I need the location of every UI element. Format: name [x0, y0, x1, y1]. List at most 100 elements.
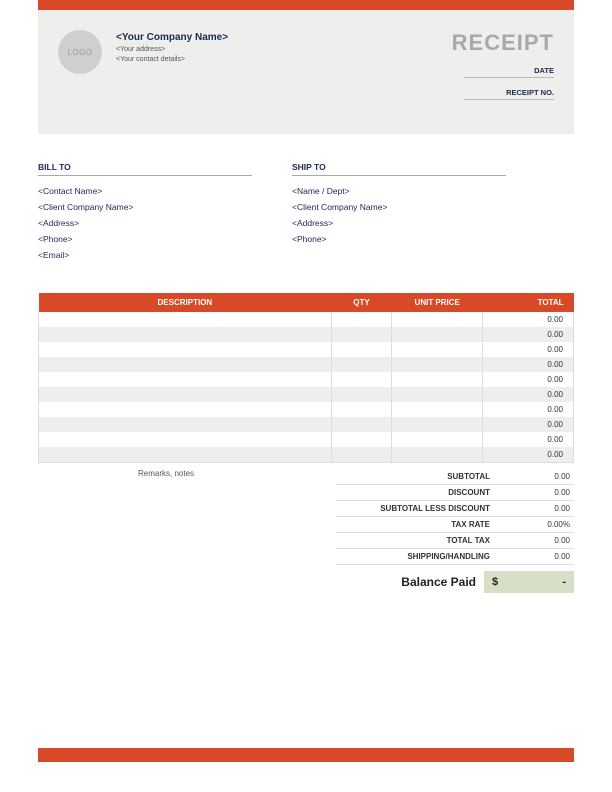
- cell-description: [39, 342, 332, 357]
- cell-description: [39, 417, 332, 432]
- bill-to-line: <Contact Name>: [38, 183, 252, 199]
- cell-unit-price: [392, 417, 483, 432]
- cell-description: [39, 447, 332, 462]
- bill-to-line: <Address>: [38, 215, 252, 231]
- company-block: <Your Company Name> <Your address> <Your…: [116, 30, 228, 100]
- bill-to-line: <Email>: [38, 247, 252, 263]
- balance-row: Balance Paid $ -: [336, 571, 574, 593]
- cell-qty: [331, 342, 392, 357]
- cell-description: [39, 387, 332, 402]
- receipt-no-label: RECEIPT NO.: [464, 88, 554, 100]
- logo-placeholder: LOGO: [58, 30, 102, 74]
- bill-to-heading: BILL TO: [38, 162, 252, 176]
- subtotal-row: SUBTOTAL 0.00: [336, 469, 574, 485]
- bill-to-line: <Client Company Name>: [38, 199, 252, 215]
- ship-to-line: <Client Company Name>: [292, 199, 506, 215]
- tax-rate-label: TAX RATE: [340, 520, 500, 529]
- ship-to-line: <Phone>: [292, 231, 506, 247]
- remarks-and-totals: Remarks, notes SUBTOTAL 0.00 DISCOUNT 0.…: [38, 469, 574, 593]
- table-row: 0.00: [39, 432, 574, 447]
- address-section: BILL TO <Contact Name> <Client Company N…: [38, 162, 574, 263]
- total-tax-label: TOTAL TAX: [340, 536, 500, 545]
- cell-total: 0.00: [483, 417, 574, 432]
- subtotal-value: 0.00: [500, 472, 570, 481]
- cell-total: 0.00: [483, 372, 574, 387]
- ship-to-column: SHIP TO <Name / Dept> <Client Company Na…: [292, 162, 506, 263]
- total-tax-row: TOTAL TAX 0.00: [336, 533, 574, 549]
- date-label: DATE: [464, 66, 554, 78]
- cell-total: 0.00: [483, 357, 574, 372]
- subtotal-less-discount-value: 0.00: [500, 504, 570, 513]
- cell-unit-price: [392, 387, 483, 402]
- balance-value: -: [562, 576, 566, 588]
- cell-description: [39, 372, 332, 387]
- cell-qty: [331, 447, 392, 462]
- cell-qty: [331, 327, 392, 342]
- cell-total: 0.00: [483, 342, 574, 357]
- ship-to-line: <Address>: [292, 215, 506, 231]
- total-tax-value: 0.00: [500, 536, 570, 545]
- totals-block: SUBTOTAL 0.00 DISCOUNT 0.00 SUBTOTAL LES…: [336, 469, 574, 593]
- header-left: LOGO <Your Company Name> <Your address> …: [58, 30, 228, 100]
- table-row: 0.00: [39, 447, 574, 462]
- remarks-note: Remarks, notes: [38, 469, 336, 593]
- cell-qty: [331, 432, 392, 447]
- cell-description: [39, 357, 332, 372]
- col-total: TOTAL: [483, 293, 574, 312]
- table-row: 0.00: [39, 417, 574, 432]
- subtotal-less-discount-row: SUBTOTAL LESS DISCOUNT 0.00: [336, 501, 574, 517]
- bill-to-line: <Phone>: [38, 231, 252, 247]
- receipt-title: RECEIPT: [452, 30, 554, 56]
- company-name: <Your Company Name>: [116, 32, 228, 43]
- shipping-row: SHIPPING/HANDLING 0.00: [336, 549, 574, 565]
- cell-unit-price: [392, 432, 483, 447]
- discount-label: DISCOUNT: [340, 488, 500, 497]
- table-row: 0.00: [39, 372, 574, 387]
- cell-total: 0.00: [483, 327, 574, 342]
- discount-value: 0.00: [500, 488, 570, 497]
- cell-unit-price: [392, 342, 483, 357]
- cell-unit-price: [392, 357, 483, 372]
- subtotal-label: SUBTOTAL: [340, 472, 500, 481]
- bill-to-column: BILL TO <Contact Name> <Client Company N…: [38, 162, 252, 263]
- table-row: 0.00: [39, 357, 574, 372]
- balance-paid-label: Balance Paid: [336, 575, 484, 589]
- subtotal-less-discount-label: SUBTOTAL LESS DISCOUNT: [340, 504, 500, 513]
- accent-bar-top: [38, 0, 574, 10]
- items-table: DESCRIPTION QTY UNIT PRICE TOTAL 0.000.0…: [38, 293, 574, 463]
- cell-total: 0.00: [483, 432, 574, 447]
- company-address: <Your address>: [116, 46, 228, 53]
- col-qty: QTY: [331, 293, 392, 312]
- tax-rate-value: 0.00%: [500, 520, 570, 529]
- cell-total: 0.00: [483, 387, 574, 402]
- cell-total: 0.00: [483, 312, 574, 327]
- col-description: DESCRIPTION: [39, 293, 332, 312]
- header: LOGO <Your Company Name> <Your address> …: [38, 10, 574, 134]
- cell-qty: [331, 417, 392, 432]
- table-row: 0.00: [39, 327, 574, 342]
- table-row: 0.00: [39, 387, 574, 402]
- cell-unit-price: [392, 447, 483, 462]
- cell-qty: [331, 312, 392, 327]
- table-row: 0.00: [39, 402, 574, 417]
- company-contact: <Your contact details>: [116, 56, 228, 63]
- cell-qty: [331, 357, 392, 372]
- balance-currency: $: [492, 576, 498, 588]
- cell-qty: [331, 372, 392, 387]
- shipping-value: 0.00: [500, 552, 570, 561]
- header-right: RECEIPT DATE RECEIPT NO.: [452, 30, 554, 100]
- table-row: 0.00: [39, 342, 574, 357]
- cell-unit-price: [392, 372, 483, 387]
- cell-description: [39, 312, 332, 327]
- cell-unit-price: [392, 327, 483, 342]
- cell-description: [39, 402, 332, 417]
- cell-unit-price: [392, 312, 483, 327]
- content: BILL TO <Contact Name> <Client Company N…: [38, 162, 574, 593]
- cell-qty: [331, 402, 392, 417]
- ship-to-line: <Name / Dept>: [292, 183, 506, 199]
- cell-unit-price: [392, 402, 483, 417]
- cell-total: 0.00: [483, 447, 574, 462]
- accent-bar-bottom: [38, 748, 574, 762]
- balance-paid-box: $ -: [484, 571, 574, 593]
- col-unit-price: UNIT PRICE: [392, 293, 483, 312]
